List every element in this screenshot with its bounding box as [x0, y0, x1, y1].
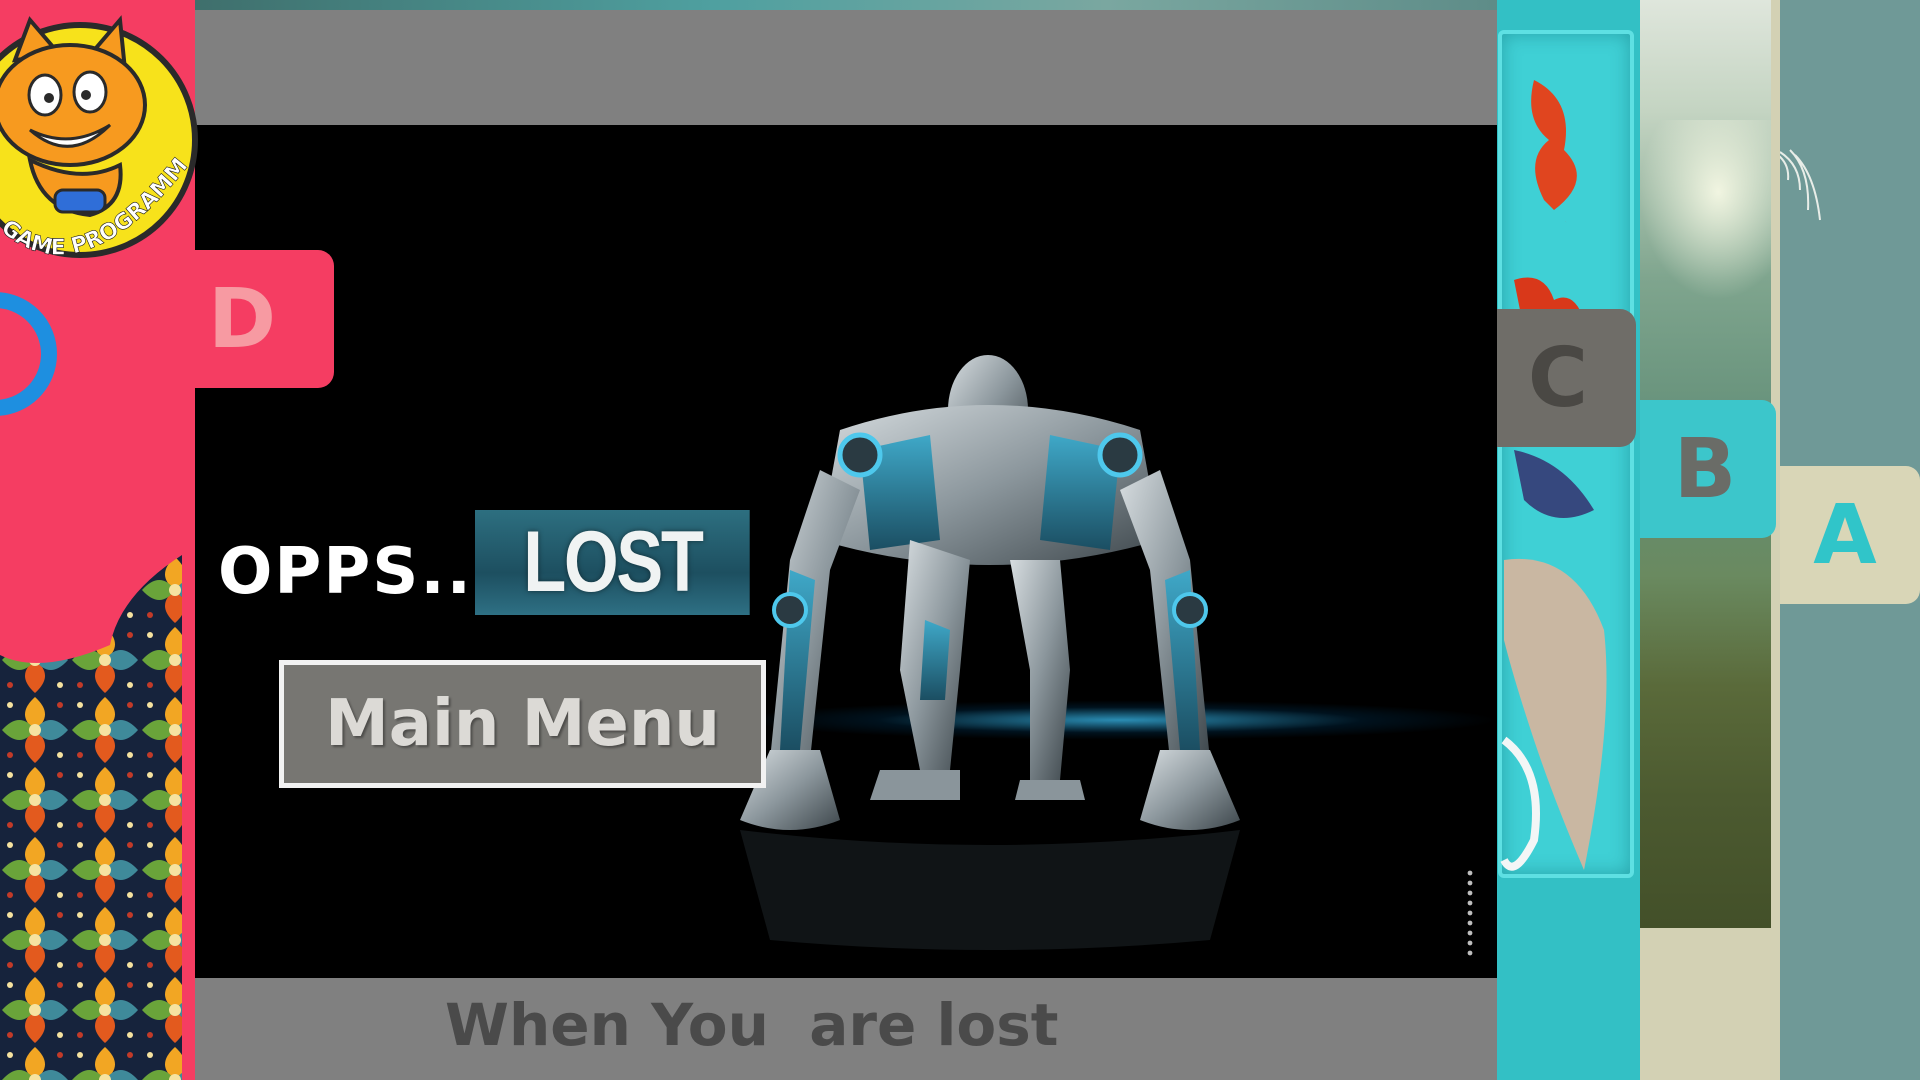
- dragon-artwork-image: [1500, 80, 1607, 871]
- scroll-indicator[interactable]: [1466, 868, 1474, 958]
- tab-a[interactable]: A: [1770, 466, 1920, 604]
- blue-arc-decoration: [0, 292, 57, 416]
- scratch-cat-icon: GAME PROGRAMMING: [0, 0, 198, 261]
- footer-caption: When You are lost: [445, 991, 1059, 1059]
- tab-b[interactable]: B: [1634, 400, 1776, 538]
- lost-badge: LOST: [475, 510, 750, 615]
- robot-image: [740, 355, 1240, 950]
- tab-b-label: B: [1673, 421, 1737, 517]
- slide-header-bar: [195, 10, 1497, 125]
- tab-c-label: C: [1527, 330, 1589, 426]
- tab-c[interactable]: C: [1480, 309, 1636, 447]
- slide-heading: OPPS...: [218, 535, 500, 609]
- slide-top-strip: [195, 0, 1497, 10]
- tab-a-label: A: [1813, 487, 1877, 583]
- main-menu-button[interactable]: Main Menu: [279, 660, 766, 788]
- mandala-pattern-image: [0, 555, 182, 1080]
